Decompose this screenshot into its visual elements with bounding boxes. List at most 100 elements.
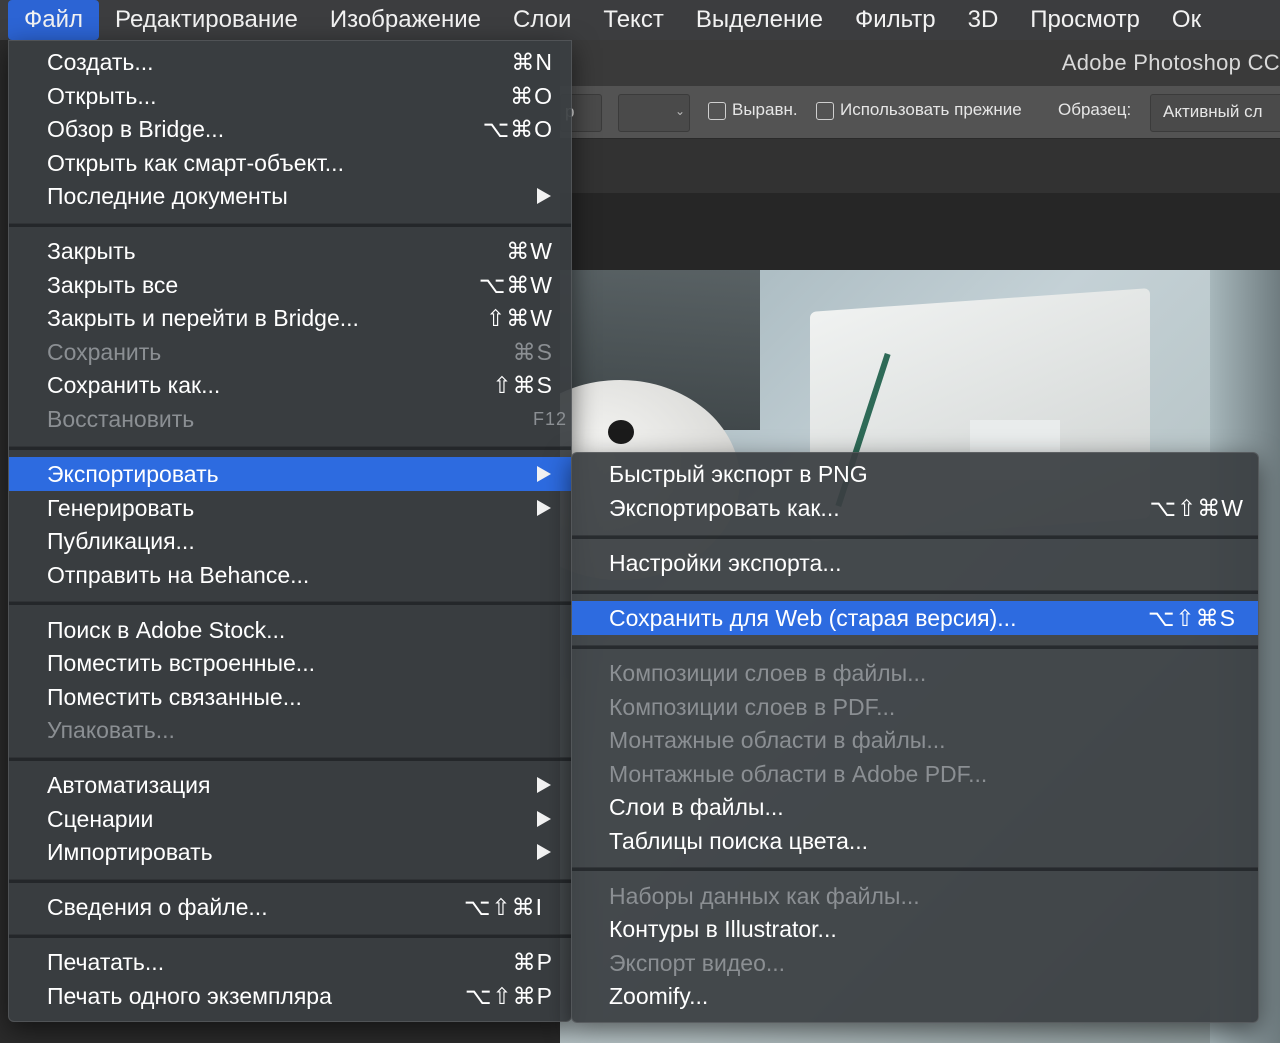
menu-item-place-embedded[interactable]: Поместить встроенные... — [9, 646, 571, 680]
menu-separator — [9, 934, 571, 938]
export-submenu: Быстрый экспорт в PNG Экспортировать как… — [571, 452, 1259, 1023]
menu-item-label: Упаковать... — [47, 717, 175, 743]
menu-filter[interactable]: Фильтр — [839, 0, 952, 40]
menu-item-place-linked[interactable]: Поместить связанные... — [9, 680, 571, 714]
menu-item-label: Последние документы — [47, 183, 288, 209]
menu-item-zoomify[interactable]: Zoomify... — [572, 979, 1258, 1013]
menu-separator — [9, 757, 571, 761]
menu-item-new[interactable]: Создать... ⌘N — [9, 45, 571, 79]
menu-item-search-stock[interactable]: Поиск в Adobe Stock... — [9, 613, 571, 647]
menu-item-automate[interactable]: Автоматизация — [9, 768, 571, 802]
menu-item-revert: Восстановить F12 — [9, 402, 571, 436]
menu-item-export-preferences[interactable]: Настройки экспорта... — [572, 546, 1258, 580]
menu-separator — [572, 867, 1258, 871]
menu-item-label: Таблицы поиска цвета... — [609, 828, 869, 854]
menu-item-label: Композиции слоев в файлы... — [609, 660, 927, 686]
menu-item-shortcut: ⌥⇧⌘I — [463, 894, 543, 920]
menu-item-label: Импортировать — [47, 839, 213, 865]
menu-item-label: Контуры в Illustrator... — [609, 916, 837, 942]
menu-item-label: Экспорт видео... — [609, 950, 786, 976]
menu-select[interactable]: Выделение — [680, 0, 839, 40]
menu-item-file-info[interactable]: Сведения о файле... ⌥⇧⌘I — [9, 890, 571, 924]
menu-item-label: Композиции слоев в PDF... — [609, 694, 896, 720]
menu-item-export[interactable]: Экспортировать — [9, 457, 571, 491]
menu-separator — [9, 446, 571, 450]
menu-image[interactable]: Изображение — [314, 0, 497, 40]
menu-item-shortcut: ⌥⇧⌘P — [464, 983, 553, 1009]
menu-item-layers-to-files[interactable]: Слои в файлы... — [572, 790, 1258, 824]
menu-item-save-for-web[interactable]: Сохранить для Web (старая версия)... ⌥⇧⌘… — [572, 601, 1258, 635]
menu-item-label: Быстрый экспорт в PNG — [609, 461, 868, 487]
menu-item-publish[interactable]: Публикация... — [9, 524, 571, 558]
submenu-arrow-icon — [537, 844, 551, 860]
sample-select[interactable]: Активный сл — [1150, 94, 1280, 132]
menu-item-print-one-copy[interactable]: Печать одного экземпляра ⌥⇧⌘P — [9, 979, 571, 1013]
menu-item-open-smart-object[interactable]: Открыть как смарт-объект... — [9, 146, 571, 180]
menu-item-shortcut: ⌥⇧⌘W — [1149, 495, 1244, 521]
menu-layers[interactable]: Слои — [497, 0, 587, 40]
menu-item-save-as[interactable]: Сохранить как... ⇧⌘S — [9, 368, 571, 402]
menu-item-open[interactable]: Открыть... ⌘O — [9, 79, 571, 113]
menu-item-shortcut: ⇧⌘W — [486, 305, 553, 331]
menu-separator — [9, 879, 571, 883]
file-menu: Создать... ⌘N Открыть... ⌘O Обзор в Brid… — [8, 40, 572, 1022]
menu-item-layer-comps-pdf: Композиции слоев в PDF... — [572, 690, 1258, 724]
menu-item-label: Закрыть — [47, 238, 136, 264]
menu-item-quick-export-png[interactable]: Быстрый экспорт в PNG — [572, 457, 1258, 491]
menu-item-shortcut: ⌥⇧⌘S — [1147, 605, 1236, 631]
submenu-arrow-icon — [537, 466, 551, 482]
menu-window[interactable]: Ок — [1156, 0, 1217, 40]
menu-item-shortcut: ⌘O — [510, 83, 553, 109]
menu-item-shortcut: ⌥⌘W — [478, 272, 553, 298]
menu-separator — [9, 601, 571, 605]
menu-file[interactable]: Файл — [8, 0, 100, 40]
align-checkbox[interactable] — [708, 102, 726, 120]
menu-item-close-go-bridge[interactable]: Закрыть и перейти в Bridge... ⇧⌘W — [9, 301, 571, 335]
menu-item-shortcut: ⌘N — [511, 49, 553, 75]
menu-item-browse-bridge[interactable]: Обзор в Bridge... ⌥⌘O — [9, 112, 571, 146]
menu-item-label: Обзор в Bridge... — [47, 116, 225, 142]
menu-item-generate[interactable]: Генерировать — [9, 491, 571, 525]
menu-item-shortcut: ⌘S — [512, 339, 553, 365]
menu-item-shortcut: ⌘P — [512, 949, 553, 975]
use-legacy-checkbox[interactable] — [816, 102, 834, 120]
menu-item-export-as[interactable]: Экспортировать как... ⌥⇧⌘W — [572, 491, 1258, 525]
menu-separator — [572, 645, 1258, 649]
menu-item-save: Сохранить ⌘S — [9, 335, 571, 369]
menu-item-close[interactable]: Закрыть ⌘W — [9, 234, 571, 268]
menu-item-artboards-files: Монтажные области в файлы... — [572, 723, 1258, 757]
menu-view[interactable]: Просмотр — [1014, 0, 1156, 40]
menu-item-layer-comps-files: Композиции слоев в файлы... — [572, 656, 1258, 690]
menu-text[interactable]: Текст — [587, 0, 679, 40]
menu-item-shortcut: ⇧⌘S — [492, 372, 553, 398]
menu-item-label: Публикация... — [47, 528, 195, 554]
menu-separator — [572, 590, 1258, 594]
menu-item-label: Настройки экспорта... — [609, 550, 842, 576]
menu-item-label: Наборы данных как файлы... — [609, 883, 920, 909]
menu-item-label: Печать одного экземпляра — [47, 983, 332, 1009]
menu-item-close-all[interactable]: Закрыть все ⌥⌘W — [9, 268, 571, 302]
menu-item-paths-illustrator[interactable]: Контуры в Illustrator... — [572, 912, 1258, 946]
menu-item-label: Закрыть и перейти в Bridge... — [47, 305, 359, 331]
menu-item-print[interactable]: Печатать... ⌘P — [9, 945, 571, 979]
menu-item-label: Сведения о файле... — [47, 894, 268, 920]
menu-item-shortcut: ⌘W — [506, 238, 553, 264]
menu-item-scripts[interactable]: Сценарии — [9, 802, 571, 836]
menu-item-label: Экспортировать — [47, 461, 219, 487]
sample-select-value: Активный сл — [1163, 102, 1263, 121]
menu-item-label: Создать... — [47, 49, 154, 75]
menu-item-label: Сохранить — [47, 339, 162, 365]
menu-item-share-behance[interactable]: Отправить на Behance... — [9, 558, 571, 592]
menu-item-label: Слои в файлы... — [609, 794, 784, 820]
brush-preset-dropdown[interactable]: ⌄ — [618, 94, 690, 132]
menu-edit[interactable]: Редактирование — [99, 0, 314, 40]
submenu-arrow-icon — [537, 188, 551, 204]
menu-item-color-lookup-tables[interactable]: Таблицы поиска цвета... — [572, 824, 1258, 858]
align-label: Выравн. — [732, 100, 798, 119]
menu-item-artboards-pdf: Монтажные области в Adobe PDF... — [572, 757, 1258, 791]
menu-3d[interactable]: 3D — [952, 0, 1015, 40]
menu-item-import[interactable]: Импортировать — [9, 835, 571, 869]
menu-item-recent[interactable]: Последние документы — [9, 179, 571, 213]
options-bar: р ⌄ Выравн. Использовать прежние Образец… — [560, 86, 1280, 139]
window-titlebar: Adobe Photoshop CC — [560, 40, 1280, 87]
